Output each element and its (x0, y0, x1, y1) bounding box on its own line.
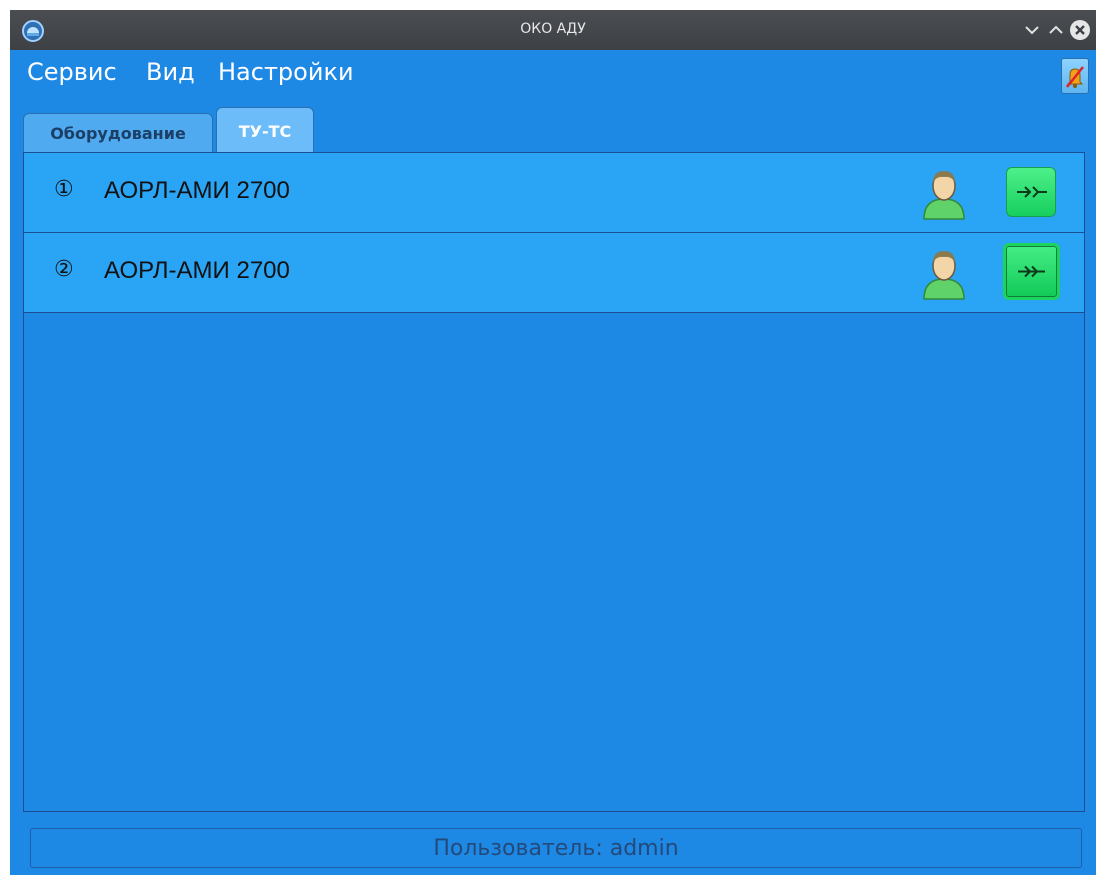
current-user-label: Пользователь: admin (433, 836, 679, 861)
app-window: ОКО АДУ Сервис Вид Настройки Оборудовани… (10, 10, 1096, 875)
close-icon[interactable] (1068, 18, 1092, 42)
title-bar[interactable]: ОКО АДУ (10, 10, 1096, 50)
user-icon (923, 171, 965, 220)
row-number: ② (54, 257, 74, 282)
status-bar: Пользователь: admin (30, 828, 1082, 868)
menu-settings[interactable]: Настройки (218, 58, 354, 86)
menu-bar: Сервис Вид Настройки (10, 50, 1096, 100)
user-icon (923, 251, 965, 300)
list-item[interactable]: ① АОРЛ-АМИ 2700 (24, 153, 1084, 233)
maximize-icon[interactable] (1044, 18, 1068, 42)
device-name: АОРЛ-АМИ 2700 (104, 177, 290, 204)
arrow-through-icon (1018, 265, 1045, 278)
bell-muted-icon (1066, 66, 1084, 88)
row-number: ① (54, 177, 74, 202)
list-item[interactable]: ② АОРЛ-АМИ 2700 (24, 233, 1084, 313)
device-list: ① АОРЛ-АМИ 2700 ② АОРЛ-АМИ 2700 (23, 152, 1085, 812)
control-button-active[interactable] (1003, 243, 1060, 300)
control-button[interactable] (1006, 167, 1056, 217)
arrow-converge-icon (1017, 186, 1047, 198)
minimize-icon[interactable] (1020, 18, 1044, 42)
device-name: АОРЛ-АМИ 2700 (104, 257, 290, 284)
sound-mute-button[interactable] (1061, 58, 1089, 94)
tab-equipment[interactable]: Оборудование (23, 113, 213, 153)
menu-service[interactable]: Сервис (27, 58, 117, 86)
menu-view[interactable]: Вид (146, 58, 195, 86)
window-title: ОКО АДУ (520, 21, 586, 37)
tab-tu-ts[interactable]: ТУ-ТС (216, 107, 314, 153)
